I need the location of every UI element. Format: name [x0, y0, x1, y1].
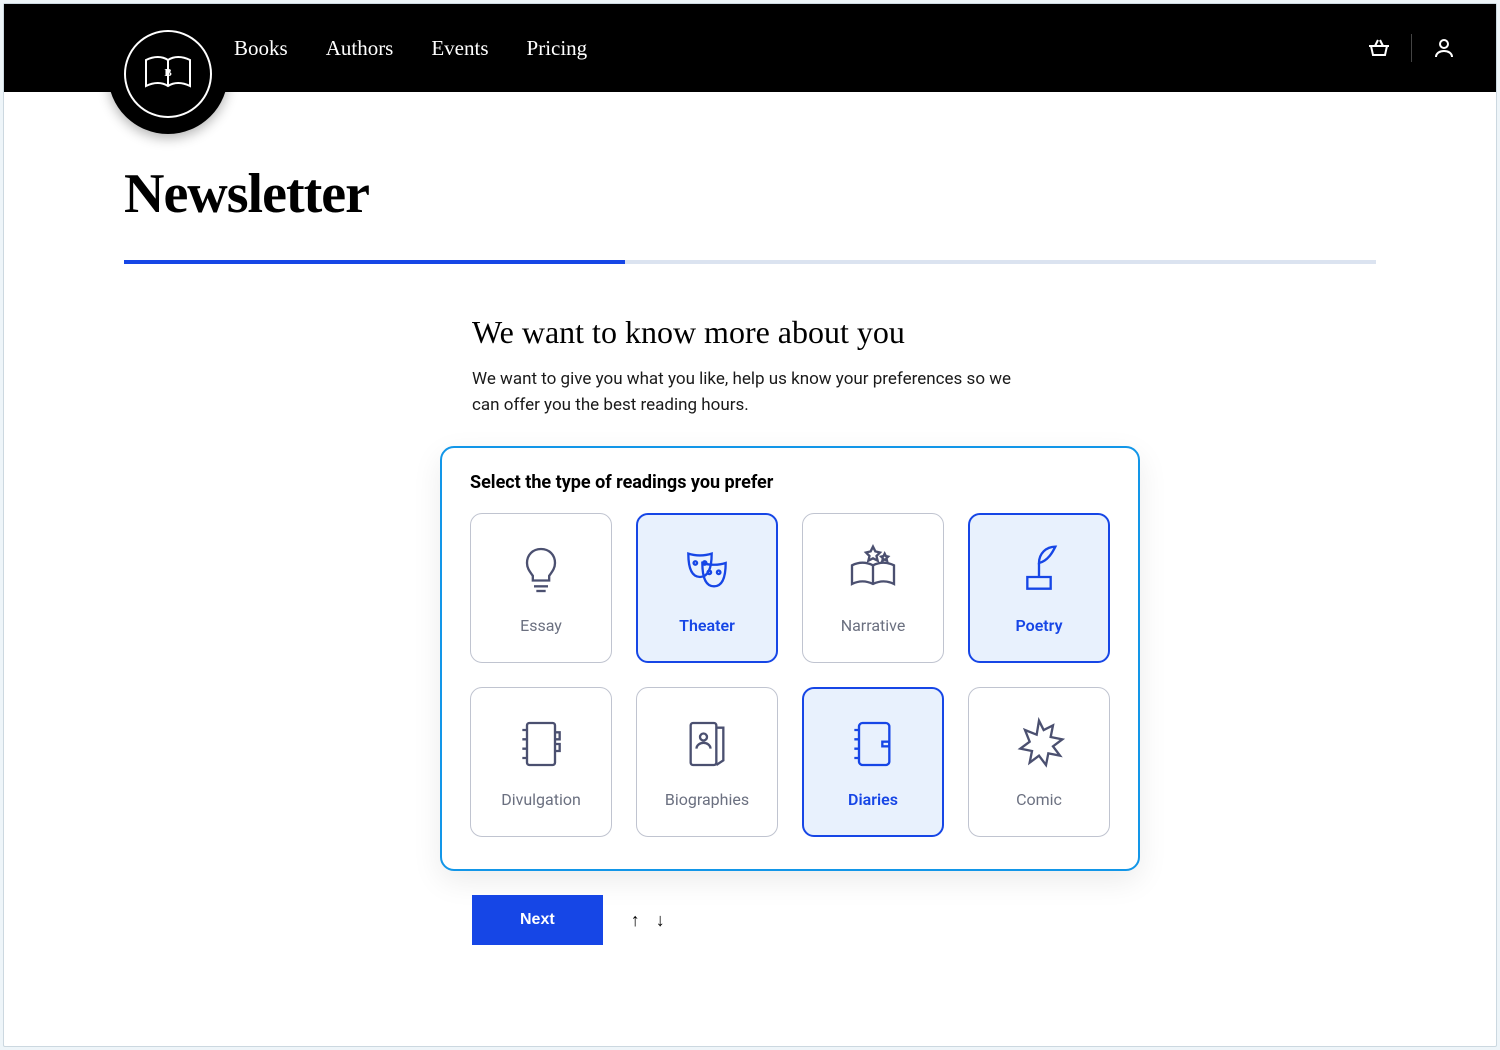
tile-label: Comic: [1016, 790, 1062, 809]
tile-label: Divulgation: [501, 790, 581, 809]
panel-title: Select the type of readings you prefer: [470, 472, 1110, 493]
diary-icon: [845, 716, 901, 772]
basket-icon[interactable]: [1367, 36, 1391, 60]
progress-bar: [124, 260, 1376, 264]
id-book-icon: [679, 716, 735, 772]
tile-label: Narrative: [841, 616, 906, 635]
tile-essay[interactable]: Essay: [470, 513, 612, 663]
header: B Books Authors Events Pricing: [4, 4, 1496, 92]
tile-label: Diaries: [848, 790, 898, 809]
nav-pricing[interactable]: Pricing: [527, 36, 588, 61]
quill-icon: [1011, 542, 1067, 598]
notebook-tabs-icon: [513, 716, 569, 772]
reorder-arrows: ↑ ↓: [631, 910, 665, 931]
preferences-panel: Select the type of readings you prefer E…: [440, 446, 1140, 871]
arrow-down-icon[interactable]: ↓: [656, 910, 665, 931]
tile-label: Theater: [679, 616, 735, 635]
progress-fill: [124, 260, 625, 264]
section-heading: We want to know more about you: [472, 314, 1032, 351]
book-stars-icon: [845, 542, 901, 598]
arrow-up-icon[interactable]: ↑: [631, 910, 640, 931]
tile-poetry[interactable]: Poetry: [968, 513, 1110, 663]
nav-books[interactable]: Books: [234, 36, 288, 61]
svg-text:B: B: [164, 67, 172, 79]
tile-biographies[interactable]: Biographies: [636, 687, 778, 837]
nav-events[interactable]: Events: [431, 36, 488, 61]
user-icon[interactable]: [1432, 36, 1456, 60]
tile-comic[interactable]: Comic: [968, 687, 1110, 837]
logo[interactable]: B: [108, 14, 228, 134]
tile-label: Biographies: [665, 790, 749, 809]
lightbulb-icon: [513, 542, 569, 598]
tile-diaries[interactable]: Diaries: [802, 687, 944, 837]
next-button[interactable]: Next: [472, 895, 603, 945]
nav-authors[interactable]: Authors: [326, 36, 394, 61]
tile-theater[interactable]: Theater: [636, 513, 778, 663]
header-divider: [1411, 34, 1412, 62]
open-book-logo-icon: B: [142, 54, 194, 94]
tile-divulgation[interactable]: Divulgation: [470, 687, 612, 837]
masks-icon: [679, 542, 735, 598]
tile-label: Poetry: [1015, 616, 1062, 635]
page-title: Newsletter: [124, 162, 1376, 226]
section-description: We want to give you what you like, help …: [472, 367, 1032, 418]
tile-label: Essay: [520, 616, 562, 635]
tile-narrative[interactable]: Narrative: [802, 513, 944, 663]
main-nav: Books Authors Events Pricing: [234, 36, 587, 61]
burst-icon: [1011, 716, 1067, 772]
